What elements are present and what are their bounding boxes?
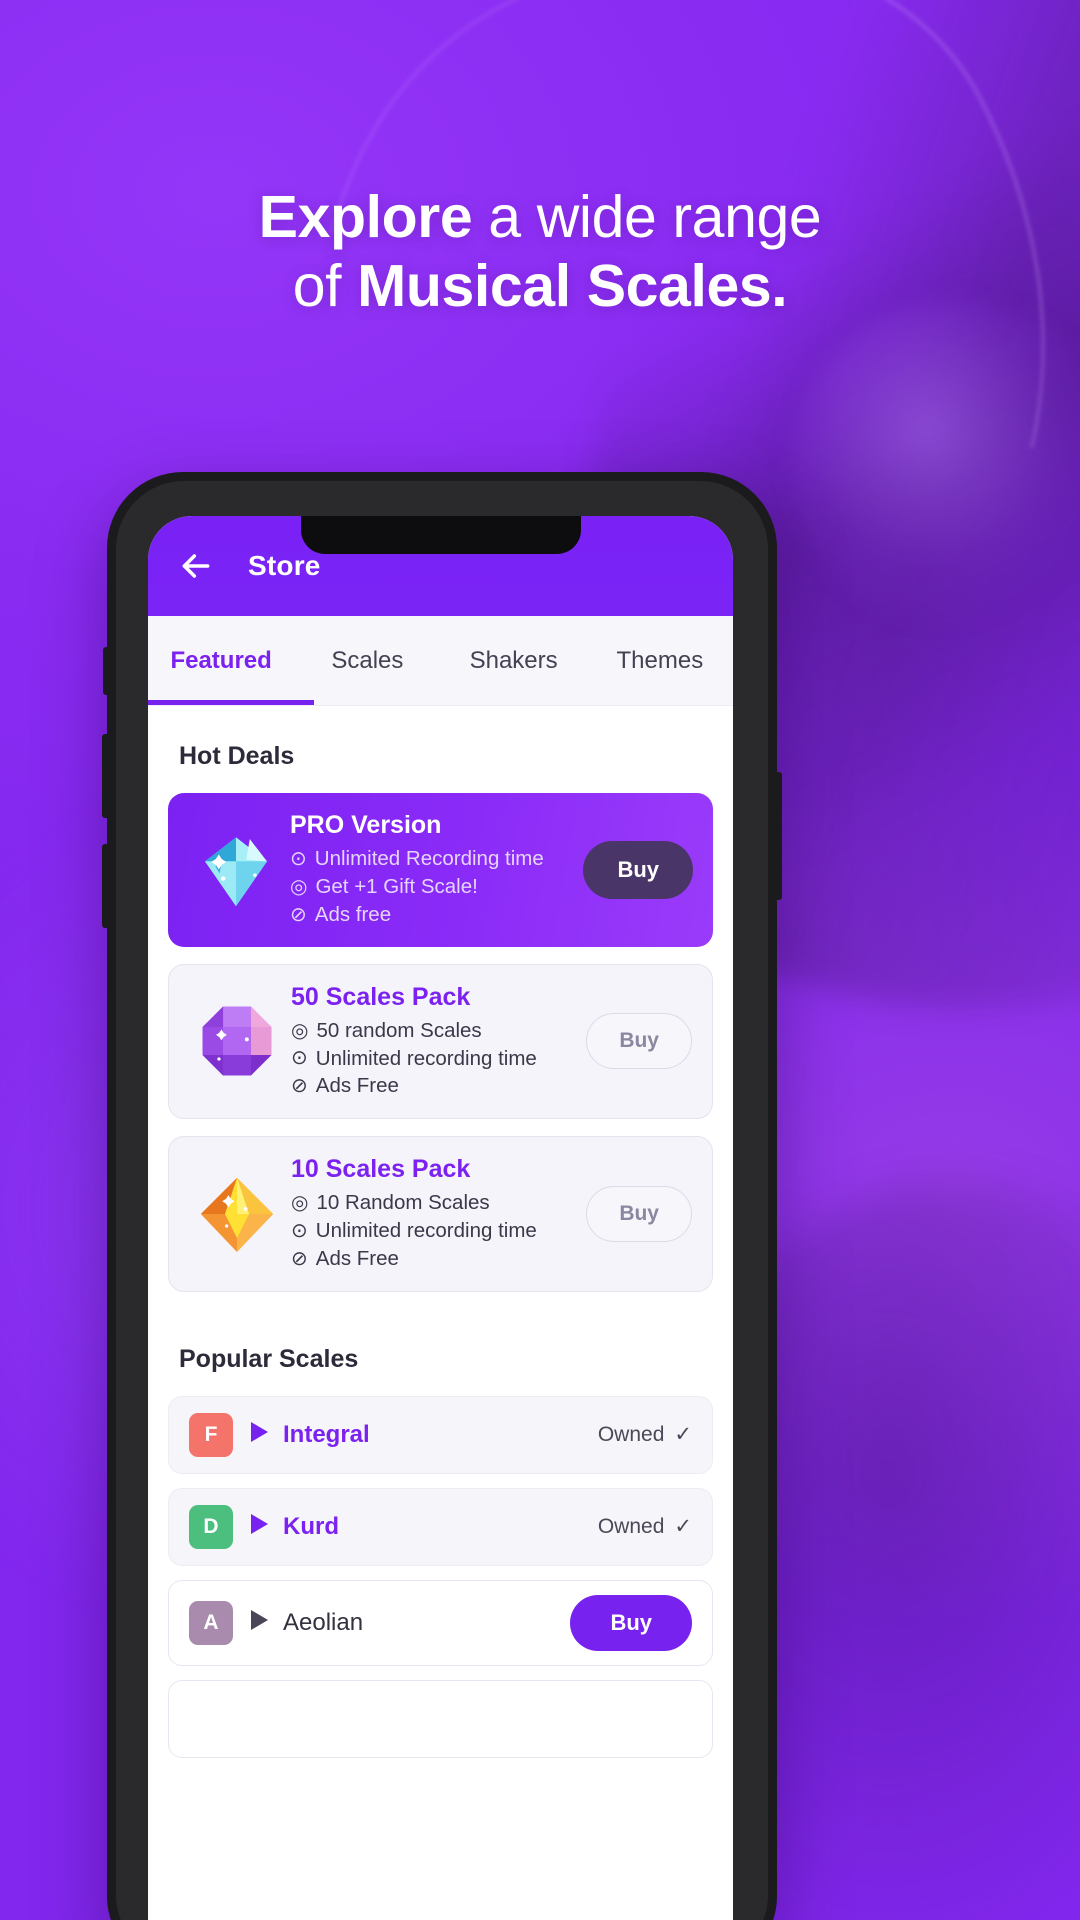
- deal-title: 50 Scales Pack: [291, 982, 471, 1011]
- phone-mute-switch: [103, 647, 110, 695]
- headline-line-2: of Musical Scales.: [0, 252, 1080, 321]
- hot-deals-heading: Hot Deals: [179, 742, 295, 770]
- headline-line-1-rest: a wide range: [472, 184, 822, 250]
- store-tab-bar: Featured Scales Shakers Themes: [148, 616, 733, 706]
- deal-feature-row: ⊘ Ads Free: [291, 1072, 586, 1100]
- popular-scales-heading: Popular Scales: [179, 1344, 359, 1373]
- deal-feature-row: ◎ Get +1 Gift Scale!: [290, 873, 583, 901]
- deal-feature-row: ⊙ Unlimited recording time: [291, 1217, 586, 1245]
- scale-row-aeolian[interactable]: A Aeolian Buy: [168, 1579, 713, 1666]
- status-badge: Owned ✓: [598, 1422, 692, 1447]
- owned-label: Owned: [597, 1514, 665, 1538]
- deal-feature-row: ⊘ Ads free: [290, 901, 583, 929]
- no-ads-icon: ⊘: [290, 903, 307, 926]
- phone-volume-down-button: [102, 844, 110, 928]
- deal-feature-text: 50 random Scales: [316, 1018, 482, 1042]
- scale-row-kurd[interactable]: D Kurd Owned ✓: [168, 1487, 713, 1566]
- page-title: Store: [248, 550, 321, 581]
- orange-diamond-gem-icon: [189, 1171, 285, 1257]
- headline-line-1: Explore a wide range: [0, 183, 1080, 252]
- deal-feature-row: ⊙ Unlimited Recording time: [290, 845, 583, 873]
- store-content: Hot Deals PRO Version ⊙ Unlimited Record…: [148, 706, 733, 1920]
- promo-headline: Explore a wide range of Musical Scales.: [0, 183, 1080, 321]
- deal-feature-text: Get +1 Gift Scale!: [315, 874, 478, 898]
- deal-body-50-scales-pack: 50 Scales Pack ◎ 50 random Scales ⊙ Unlimi…: [285, 983, 586, 1101]
- target-icon: ◎: [291, 1019, 309, 1042]
- deal-title: PRO Version: [290, 811, 442, 839]
- tab-scales[interactable]: Scales: [294, 647, 440, 675]
- deal-feature-text: Unlimited recording time: [315, 1219, 537, 1243]
- deal-feature-text: Unlimited Recording time: [314, 847, 544, 870]
- deal-card-50-scales-pack[interactable]: 50 Scales Pack ◎ 50 random Scales ⊙ Unlimi…: [168, 963, 713, 1120]
- scale-key-badge: A: [189, 1600, 233, 1645]
- phone-mockup: Store Featured Scales Shakers Themes Hot…: [102, 472, 782, 1920]
- tab-themes[interactable]: Themes: [587, 647, 733, 675]
- phone-power-button: [774, 772, 782, 900]
- deal-feature-text: 10 Random Scales: [316, 1191, 490, 1215]
- deal-body-10-scales-pack: 10 Scales Pack ◎ 10 Random Scales ⊙ Unlimi…: [285, 1155, 586, 1273]
- headline-words-musical-scales: Musical Scales.: [357, 253, 788, 320]
- status-badge: Owned ✓: [598, 1514, 692, 1539]
- buy-button-50-scales-pack[interactable]: Buy: [586, 1013, 692, 1070]
- active-tab-indicator: [148, 700, 314, 705]
- deal-feature-row: ◎ 10 Random Scales: [291, 1189, 586, 1217]
- arrow-left-icon[interactable]: [176, 546, 216, 586]
- scale-row-integral[interactable]: F Integral Owned ✓: [168, 1395, 713, 1474]
- target-icon: ◎: [290, 875, 308, 898]
- deal-feature-row: ⊘ Ads Free: [291, 1245, 586, 1273]
- scale-name: Integral: [283, 1420, 370, 1448]
- buy-button-pro-version[interactable]: Buy: [583, 840, 693, 899]
- clock-icon: ⊙: [291, 1047, 308, 1070]
- deal-card-10-scales-pack[interactable]: 10 Scales Pack ◎ 10 Random Scales ⊙ Unlimi…: [168, 1136, 713, 1292]
- deal-body-pro-version: PRO Version ⊙ Unlimited Recording time ◎ G…: [284, 811, 583, 929]
- tab-featured[interactable]: Featured: [148, 647, 294, 675]
- phone-screen: Store Featured Scales Shakers Themes Hot…: [148, 516, 733, 1920]
- target-icon: ◎: [291, 1192, 309, 1215]
- buy-button-10-scales-pack[interactable]: Buy: [586, 1186, 692, 1243]
- scale-key-badge: F: [189, 1412, 233, 1457]
- no-ads-icon: ⊘: [291, 1075, 308, 1098]
- play-icon[interactable]: [249, 1421, 269, 1448]
- check-icon: ✓: [674, 1515, 692, 1539]
- buy-button-aeolian[interactable]: Buy: [570, 1594, 692, 1651]
- scale-name: Kurd: [283, 1512, 339, 1540]
- deal-feature-text: Ads free: [314, 902, 392, 926]
- play-icon[interactable]: [249, 1513, 269, 1540]
- scale-key-badge: D: [189, 1504, 233, 1549]
- scale-row-partial[interactable]: [168, 1679, 713, 1758]
- play-icon[interactable]: [249, 1609, 269, 1636]
- headline-line-2-prefix: of: [292, 253, 358, 320]
- deal-title: 10 Scales Pack: [291, 1155, 471, 1184]
- no-ads-icon: ⊘: [291, 1247, 308, 1270]
- clock-icon: ⊙: [290, 847, 307, 870]
- deal-card-pro-version[interactable]: PRO Version ⊙ Unlimited Recording time ◎ G…: [168, 793, 713, 947]
- tab-shakers[interactable]: Shakers: [441, 647, 587, 675]
- owned-label: Owned: [597, 1422, 665, 1446]
- deal-feature-text: Unlimited recording time: [315, 1046, 537, 1070]
- octagon-gem-icon: [189, 1000, 285, 1082]
- clock-icon: ⊙: [291, 1220, 308, 1243]
- check-icon: ✓: [674, 1423, 692, 1447]
- phone-volume-up-button: [102, 734, 110, 818]
- deal-feature-text: Ads Free: [315, 1247, 399, 1270]
- deal-feature-row: ◎ 50 random Scales: [291, 1017, 586, 1045]
- deal-feature-text: Ads Free: [315, 1074, 399, 1098]
- phone-notch: [300, 516, 581, 554]
- headline-word-explore: Explore: [258, 184, 473, 250]
- scale-name: Aeolian: [283, 1608, 364, 1636]
- deal-feature-row: ⊙ Unlimited recording time: [291, 1045, 586, 1073]
- diamond-gem-icon: [188, 827, 284, 913]
